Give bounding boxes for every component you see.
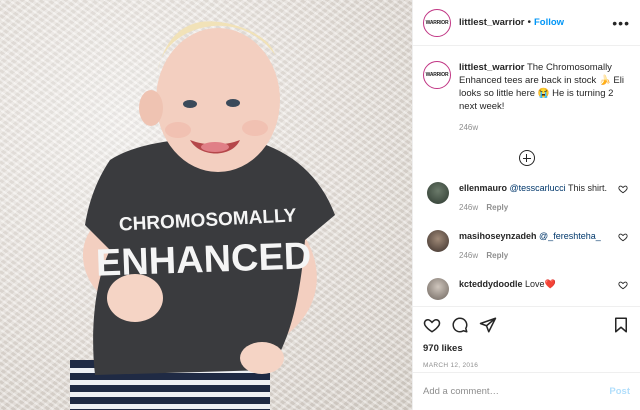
load-more [423,150,630,166]
post-actions: 970 likes MARCH 12, 2016 [413,306,640,369]
post-side-panel: WARRIOR littlest_warrior • Follow ••• WA… [412,0,640,410]
comments-scroll-area[interactable]: WARRIOR littlest_warrior The Chromosomal… [413,47,640,305]
like-heart-icon[interactable] [423,316,441,334]
comment-username[interactable]: kcteddydoodle [459,279,523,289]
likes-count[interactable]: 970 likes [423,343,630,354]
comment-username[interactable]: ellenmauro [459,183,507,193]
author-username[interactable]: littlest_warrior [459,17,524,28]
comment-body: masihoseynzadeh @_fereshteha_ 246w Reply [459,230,619,262]
comment: kcteddydoodle Love❤️ [423,278,630,300]
caption-age: 246w [459,123,479,132]
left-ear [139,90,163,126]
add-comment-bar: Post [413,372,640,410]
post-date: MARCH 12, 2016 [423,362,479,369]
comment-body: kcteddydoodle Love❤️ [459,278,619,300]
add-comment-input[interactable] [423,386,610,397]
comment-age: 246w [459,203,479,212]
comment-body: ellenmauro @tesscarlucci This shirt. 246… [459,182,619,214]
caption-text-block: littlest_warrior The Chromosomally Enhan… [459,61,629,113]
comment-age: 246w [459,251,479,260]
commenter-avatar[interactable] [427,182,449,204]
save-bookmark-icon[interactable] [612,316,630,334]
instagram-post-modal: CHROMOSOMALLY ENHANCED WARRIOR littlest_… [0,0,640,410]
comment: masihoseynzadeh @_fereshteha_ 246w Reply [423,230,630,262]
right-cheek [242,120,268,136]
like-comment-heart-icon[interactable] [618,184,628,194]
post-comment-button[interactable]: Post [609,386,630,397]
comment-meta: 246w Reply [459,250,619,262]
shirt-text-line2: ENHANCED [95,235,312,284]
reply-button[interactable]: Reply [486,203,508,212]
like-comment-heart-icon[interactable] [618,280,628,290]
follow-button[interactable]: Follow [534,17,564,28]
comment-text: Love❤️ [525,279,556,289]
post-header: WARRIOR littlest_warrior • Follow ••• [413,0,640,46]
comment-text: This shirt. [565,183,608,193]
action-icons [423,307,630,343]
comment-username[interactable]: masihoseynzadeh [459,231,537,241]
comment-mention[interactable]: @_fereshteha_ [539,231,601,241]
commenter-avatar[interactable] [427,230,449,252]
load-more-comments-icon[interactable] [518,150,535,166]
right-eye [226,99,240,107]
caption-avatar-text: WARRIOR [425,72,449,78]
post-photo[interactable]: CHROMOSOMALLY ENHANCED [0,0,412,410]
tongue [201,142,229,152]
author-avatar[interactable]: WARRIOR [423,8,451,37]
more-options-icon[interactable]: ••• [612,15,630,31]
caption: WARRIOR littlest_warrior The Chromosomal… [423,61,630,113]
baby-illustration: CHROMOSOMALLY ENHANCED [70,21,335,410]
right-hand [240,342,284,374]
comment-meta: 246w Reply [459,202,619,214]
caption-avatar[interactable]: WARRIOR [423,61,451,89]
separator-dot: • [527,17,531,28]
reply-button[interactable]: Reply [486,251,508,260]
caption-username[interactable]: littlest_warrior [459,62,524,73]
avatar-logo-text: WARRIOR [425,19,449,26]
comment-bubble-icon[interactable] [451,316,469,334]
comment: ellenmauro @tesscarlucci This shirt. 246… [423,182,630,214]
comment-mention[interactable]: @tesscarlucci [510,183,566,193]
like-comment-heart-icon[interactable] [618,232,628,242]
share-paper-plane-icon[interactable] [479,316,497,334]
left-eye [183,100,197,108]
left-cheek [165,122,191,138]
commenter-avatar[interactable] [427,278,449,300]
